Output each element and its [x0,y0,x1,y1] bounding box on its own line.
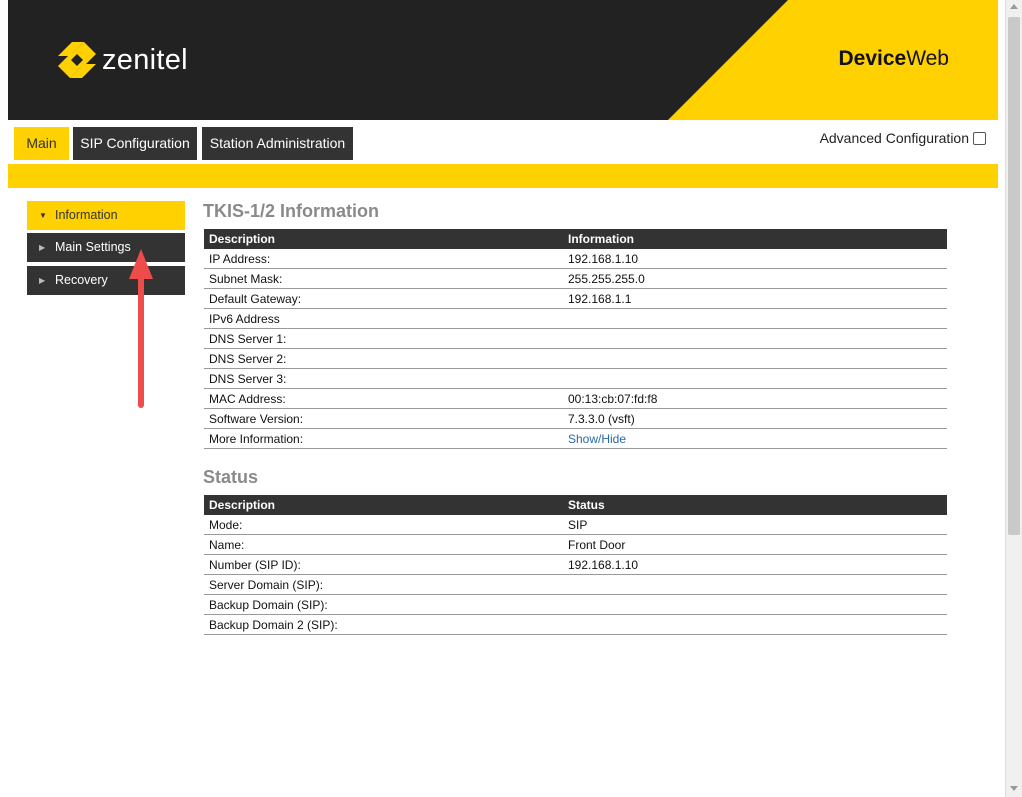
row-value [563,348,947,369]
row-value [563,368,947,389]
table-row: Mode: SIP [204,515,947,535]
sidebar-item-recovery[interactable]: ▶ Recovery [27,266,185,295]
advanced-configuration-label: Advanced Configuration [819,130,969,146]
info-section-title: TKIS-1/2 Information [203,201,380,221]
column-header-description: Description [204,495,563,515]
tab-sip-configuration[interactable]: SIP Configuration [73,127,197,160]
vertical-scrollbar[interactable] [1005,0,1022,797]
table-row: DNS Server 2: [204,348,947,369]
row-value: Front Door [563,534,947,555]
row-label: Backup Domain (SIP): [204,594,563,615]
tab-station-administration[interactable]: Station Administration [202,127,353,160]
row-value [563,594,947,615]
table-row: Number (SIP ID): 192.168.1.10 [204,554,947,575]
zenitel-logo: zenitel [58,42,188,78]
brand-light: Web [906,47,949,70]
zenitel-logo-icon [58,42,96,78]
row-label: IP Address: [204,249,563,269]
row-label: IPv6 Address [204,308,563,329]
info-table: Description Information IP Address: 192.1… [204,229,947,449]
device-web-brand: DeviceWeb [838,47,949,71]
row-value: 192.168.1.10 [563,249,947,269]
table-row: MAC Address: 00:13:cb:07:fd:f8 [204,388,947,409]
scrollbar-thumb[interactable] [1008,17,1020,535]
caret-down-icon: ▼ [39,211,47,220]
sidebar-item-label: Main Settings [55,240,131,254]
row-label: Name: [204,534,563,555]
row-value [563,614,947,635]
scroll-down-arrow-icon[interactable] [1010,786,1018,791]
row-value: 192.168.1.1 [563,288,947,309]
row-label: Software Version: [204,408,563,429]
row-label: Mode: [204,515,563,535]
table-row: Software Version: 7.3.3.0 (vsft) [204,408,947,429]
row-label: Server Domain (SIP): [204,574,563,595]
table-row: IP Address: 192.168.1.10 [204,249,947,269]
table-row: More Information: Show/Hide [204,428,947,449]
table-row: Subnet Mask: 255.255.255.0 [204,268,947,289]
row-label: DNS Server 3: [204,368,563,389]
row-label: Number (SIP ID): [204,554,563,575]
table-row: DNS Server 1: [204,328,947,349]
sidebar-item-label: Recovery [55,273,108,287]
row-value: 7.3.3.0 (vsft) [563,408,947,429]
table-row: Backup Domain (SIP): [204,594,947,615]
window-left-edge [0,0,8,797]
logo-text: zenitel [102,43,188,76]
table-row: IPv6 Address [204,308,947,329]
table-row: Backup Domain 2 (SIP): [204,614,947,635]
caret-right-icon: ▶ [39,243,46,252]
row-label: DNS Server 1: [204,328,563,349]
row-value: 00:13:cb:07:fd:f8 [563,388,947,409]
scroll-up-arrow-icon[interactable] [1010,4,1018,9]
advanced-configuration-checkbox[interactable] [973,131,986,145]
table-row: Server Domain (SIP): [204,574,947,595]
advanced-configuration: Advanced Configuration [820,130,986,146]
table-row: Default Gateway: 192.168.1.1 [204,288,947,309]
row-label: MAC Address: [204,388,563,409]
sidebar-item-label: Information [55,208,118,222]
brand-bold: Device [838,47,907,70]
status-section-title: Status [203,467,259,487]
row-value: 192.168.1.10 [563,554,947,575]
row-label: Subnet Mask: [204,268,563,289]
table-row: Name: Front Door [204,534,947,555]
table-header-row: Description Information [204,229,947,249]
status-table: Description Status Mode: SIP Name: Front D… [204,495,947,635]
row-value [563,308,947,329]
row-value: Show/Hide [563,428,947,449]
row-label: Backup Domain 2 (SIP): [204,614,563,635]
row-value: 255.255.255.0 [563,268,947,289]
table-header-row: Description Status [204,495,947,515]
show-hide-link[interactable]: Show/Hide [568,432,626,446]
device-web-page: zenitel DeviceWeb Main SIP Configuration… [8,0,998,797]
header-banner: zenitel DeviceWeb [8,0,998,120]
row-label: DNS Server 2: [204,348,563,369]
tab-bar: Main SIP Configuration Station Administr… [8,120,998,164]
row-value [563,574,947,595]
tab-underline-band [8,164,998,188]
tab-main[interactable]: Main [14,127,69,160]
row-label: More Information: [204,428,563,449]
caret-right-icon: ▶ [39,276,46,285]
row-label: Default Gateway: [204,288,563,309]
table-row: DNS Server 3: [204,368,947,389]
red-arrow-annotation-icon [129,249,153,408]
row-value [563,328,947,349]
column-header-status: Status [563,495,947,515]
sidebar-item-information[interactable]: ▼ Information [27,201,185,230]
column-header-description: Description [204,229,563,249]
sidebar-item-main-settings[interactable]: ▶ Main Settings [27,233,185,262]
column-header-information: Information [563,229,947,249]
row-value: SIP [563,515,947,535]
